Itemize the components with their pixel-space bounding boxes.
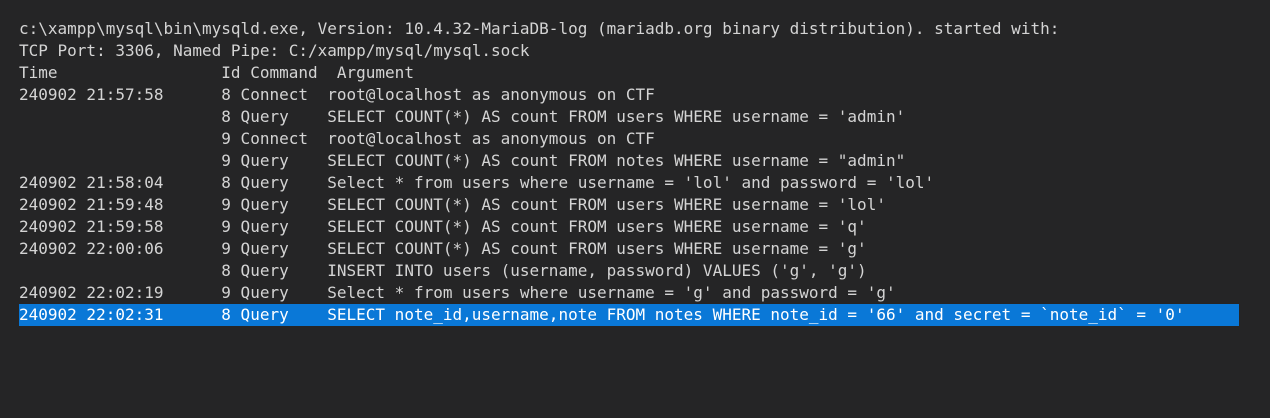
log-entry[interactable]: 240902 22:02:19 9 Query Select * from us… [19, 282, 896, 304]
log-entry[interactable]: 9 Query SELECT COUNT(*) AS count FROM no… [19, 150, 905, 172]
log-entry[interactable]: 9 Connect root@localhost as anonymous on… [19, 128, 654, 150]
log-entry[interactable]: 240902 21:59:58 9 Query SELECT COUNT(*) … [19, 216, 867, 238]
log-entry-selected[interactable]: 240902 22:02:31 8 Query SELECT note_id,u… [19, 304, 1239, 326]
log-entry[interactable]: 8 Query INSERT INTO users (username, pas… [19, 260, 866, 282]
log-entry[interactable]: 240902 21:57:58 8 Connect root@localhost… [19, 84, 655, 106]
log-output[interactable]: c:\xampp\mysql\bin\mysqld.exe, Version: … [0, 0, 1270, 418]
log-header-version-line: c:\xampp\mysql\bin\mysqld.exe, Version: … [19, 19, 1060, 38]
log-entry[interactable]: 240902 21:58:04 8 Query Select * from us… [19, 172, 934, 194]
log-column-header: Time Id Command Argument [19, 63, 414, 82]
log-header-port-line: TCP Port: 3306, Named Pipe: C:/xampp/mys… [19, 41, 530, 60]
log-entry[interactable]: 8 Query SELECT COUNT(*) AS count FROM us… [19, 106, 905, 128]
log-entry[interactable]: 240902 21:59:48 9 Query SELECT COUNT(*) … [19, 194, 886, 216]
log-entry[interactable]: 240902 22:00:06 9 Query SELECT COUNT(*) … [19, 238, 867, 260]
